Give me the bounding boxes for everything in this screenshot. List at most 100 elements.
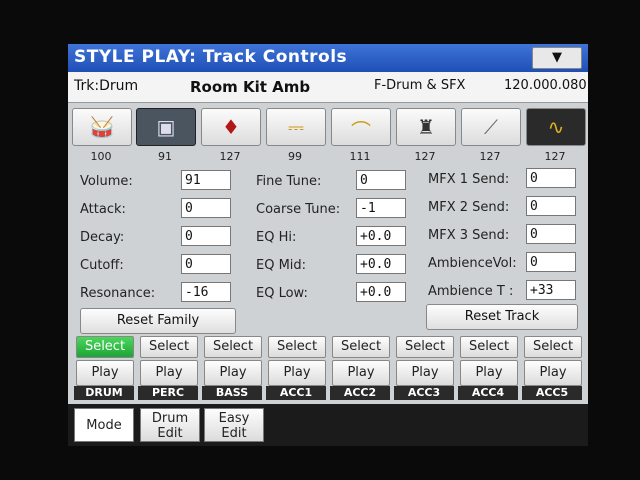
- play-button[interactable]: Play: [76, 360, 134, 386]
- sound-name[interactable]: Room Kit Amb: [190, 78, 310, 96]
- ambience-t-label: Ambience T :: [428, 284, 514, 299]
- track-value: 91: [158, 150, 172, 163]
- cutoff-field[interactable]: 0: [181, 254, 231, 274]
- sound-category: F-Drum & SFX: [374, 78, 466, 93]
- synth-wave-icon: ∿: [547, 115, 565, 139]
- volume-label: Volume:: [80, 174, 133, 189]
- eq-hi-field[interactable]: +0.0: [356, 226, 406, 246]
- track-label: Trk:Drum: [74, 78, 139, 94]
- ambience-vol-label: AmbienceVol:: [428, 256, 517, 271]
- tab-label-line2: Edit: [221, 426, 247, 441]
- fine-tune-field[interactable]: 0: [356, 170, 406, 190]
- bass-amp-icon: ♦: [222, 115, 240, 139]
- tab-label-line2: Edit: [157, 426, 183, 441]
- select-button[interactable]: Select: [76, 336, 134, 358]
- tab-easy-edit[interactable]: Easy Edit: [204, 408, 264, 442]
- select-button[interactable]: Select: [332, 336, 390, 358]
- drum-machine-icon: ▣: [156, 115, 176, 139]
- track-volume-row: 100 91 127 99 111 127 127 127: [68, 150, 588, 164]
- page-title: STYLE PLAY: Track Controls: [74, 47, 348, 67]
- attack-field[interactable]: 0: [181, 198, 231, 218]
- decay-field[interactable]: 0: [181, 226, 231, 246]
- attack-label: Attack:: [80, 202, 126, 217]
- cymbal-icon: ⌒: [351, 119, 371, 143]
- eq-mid-field[interactable]: +0.0: [356, 254, 406, 274]
- track-icon-row: 🥁 ▣ ♦ ⎓ ⌒ ♜ ⟋ ∿: [68, 104, 588, 152]
- track-icon-acc2[interactable]: ⌒: [331, 108, 391, 146]
- select-button[interactable]: Select: [524, 336, 582, 358]
- track-name: DRUM: [74, 386, 134, 400]
- track-icon-bass[interactable]: ♦: [201, 108, 261, 146]
- coarse-tune-field[interactable]: -1: [356, 198, 406, 218]
- cutoff-label: Cutoff:: [80, 258, 124, 273]
- tab-label: Mode: [86, 418, 122, 433]
- mfx1-send-label: MFX 1 Send:: [428, 172, 510, 187]
- fine-tune-label: Fine Tune:: [256, 174, 322, 189]
- track-value: 127: [544, 150, 566, 163]
- track-name: PERC: [138, 386, 198, 400]
- track-strip-acc2: Select Play ACC2: [330, 336, 390, 400]
- track-strip-acc5: Select Play ACC5: [522, 336, 582, 400]
- track-strip-bass: Select Play BASS: [202, 336, 262, 400]
- eq-mid-label: EQ Mid:: [256, 258, 307, 273]
- track-strip-drum: Select Play DRUM: [74, 336, 134, 400]
- title-bar: STYLE PLAY: Track Controls ▼: [68, 44, 588, 72]
- select-button[interactable]: Select: [460, 336, 518, 358]
- track-value: 127: [219, 150, 241, 163]
- mfx3-send-label: MFX 3 Send:: [428, 228, 510, 243]
- track-name: ACC3: [394, 386, 454, 400]
- tab-label: Drum: [151, 411, 189, 426]
- track-name: BASS: [202, 386, 262, 400]
- select-button[interactable]: Select: [268, 336, 326, 358]
- volume-field[interactable]: 91: [181, 170, 231, 190]
- track-value: 99: [288, 150, 302, 163]
- track-strip-acc3: Select Play ACC3: [394, 336, 454, 400]
- select-button[interactable]: Select: [396, 336, 454, 358]
- track-name: ACC4: [458, 386, 518, 400]
- track-icon-perc[interactable]: ▣: [136, 108, 196, 146]
- reset-family-button[interactable]: Reset Family: [80, 308, 236, 334]
- ambience-t-field[interactable]: +33: [526, 280, 576, 300]
- mfx3-send-field[interactable]: 0: [526, 224, 576, 244]
- track-icon-drum[interactable]: 🥁: [72, 108, 132, 146]
- play-button[interactable]: Play: [268, 360, 326, 386]
- eq-hi-label: EQ Hi:: [256, 230, 297, 245]
- play-button[interactable]: Play: [204, 360, 262, 386]
- track-name: ACC1: [266, 386, 326, 400]
- resonance-field[interactable]: -16: [181, 282, 231, 302]
- play-button[interactable]: Play: [140, 360, 198, 386]
- coarse-tune-label: Coarse Tune:: [256, 202, 341, 217]
- track-icon-acc3[interactable]: ♜: [396, 108, 456, 146]
- mfx2-send-field[interactable]: 0: [526, 196, 576, 216]
- mfx1-send-field[interactable]: 0: [526, 168, 576, 188]
- track-value: 100: [90, 150, 112, 163]
- select-button[interactable]: Select: [204, 336, 262, 358]
- ambience-vol-field[interactable]: 0: [526, 252, 576, 272]
- mfx2-send-label: MFX 2 Send:: [428, 200, 510, 215]
- track-name: ACC5: [522, 386, 582, 400]
- bottom-tab-bar: Mode Drum Edit Easy Edit: [68, 404, 588, 446]
- track-icon-acc1[interactable]: ⎓: [266, 108, 326, 146]
- track-info-bar: Trk:Drum Room Kit Amb F-Drum & SFX 120.0…: [68, 72, 588, 103]
- flute-icon: ⟋: [484, 115, 498, 139]
- play-button[interactable]: Play: [460, 360, 518, 386]
- play-button[interactable]: Play: [396, 360, 454, 386]
- track-strip-perc: Select Play PERC: [138, 336, 198, 400]
- bank-number: 120.000.080: [504, 78, 587, 93]
- track-strip-acc1: Select Play ACC1: [266, 336, 326, 400]
- tab-mode[interactable]: Mode: [74, 408, 134, 442]
- page-menu-button[interactable]: ▼: [532, 47, 582, 69]
- track-icon-acc4[interactable]: ⟋: [461, 108, 521, 146]
- play-button[interactable]: Play: [524, 360, 582, 386]
- drum-kit-icon: 🥁: [89, 115, 115, 139]
- select-button[interactable]: Select: [140, 336, 198, 358]
- track-value: 127: [479, 150, 501, 163]
- track-value: 127: [414, 150, 436, 163]
- eq-low-label: EQ Low:: [256, 286, 308, 301]
- reset-track-button[interactable]: Reset Track: [426, 304, 578, 330]
- track-icon-acc5[interactable]: ∿: [526, 108, 586, 146]
- tab-drum-edit[interactable]: Drum Edit: [140, 408, 200, 442]
- play-button[interactable]: Play: [332, 360, 390, 386]
- device-screen: STYLE PLAY: Track Controls ▼ Trk:Drum Ro…: [68, 44, 588, 446]
- eq-low-field[interactable]: +0.0: [356, 282, 406, 302]
